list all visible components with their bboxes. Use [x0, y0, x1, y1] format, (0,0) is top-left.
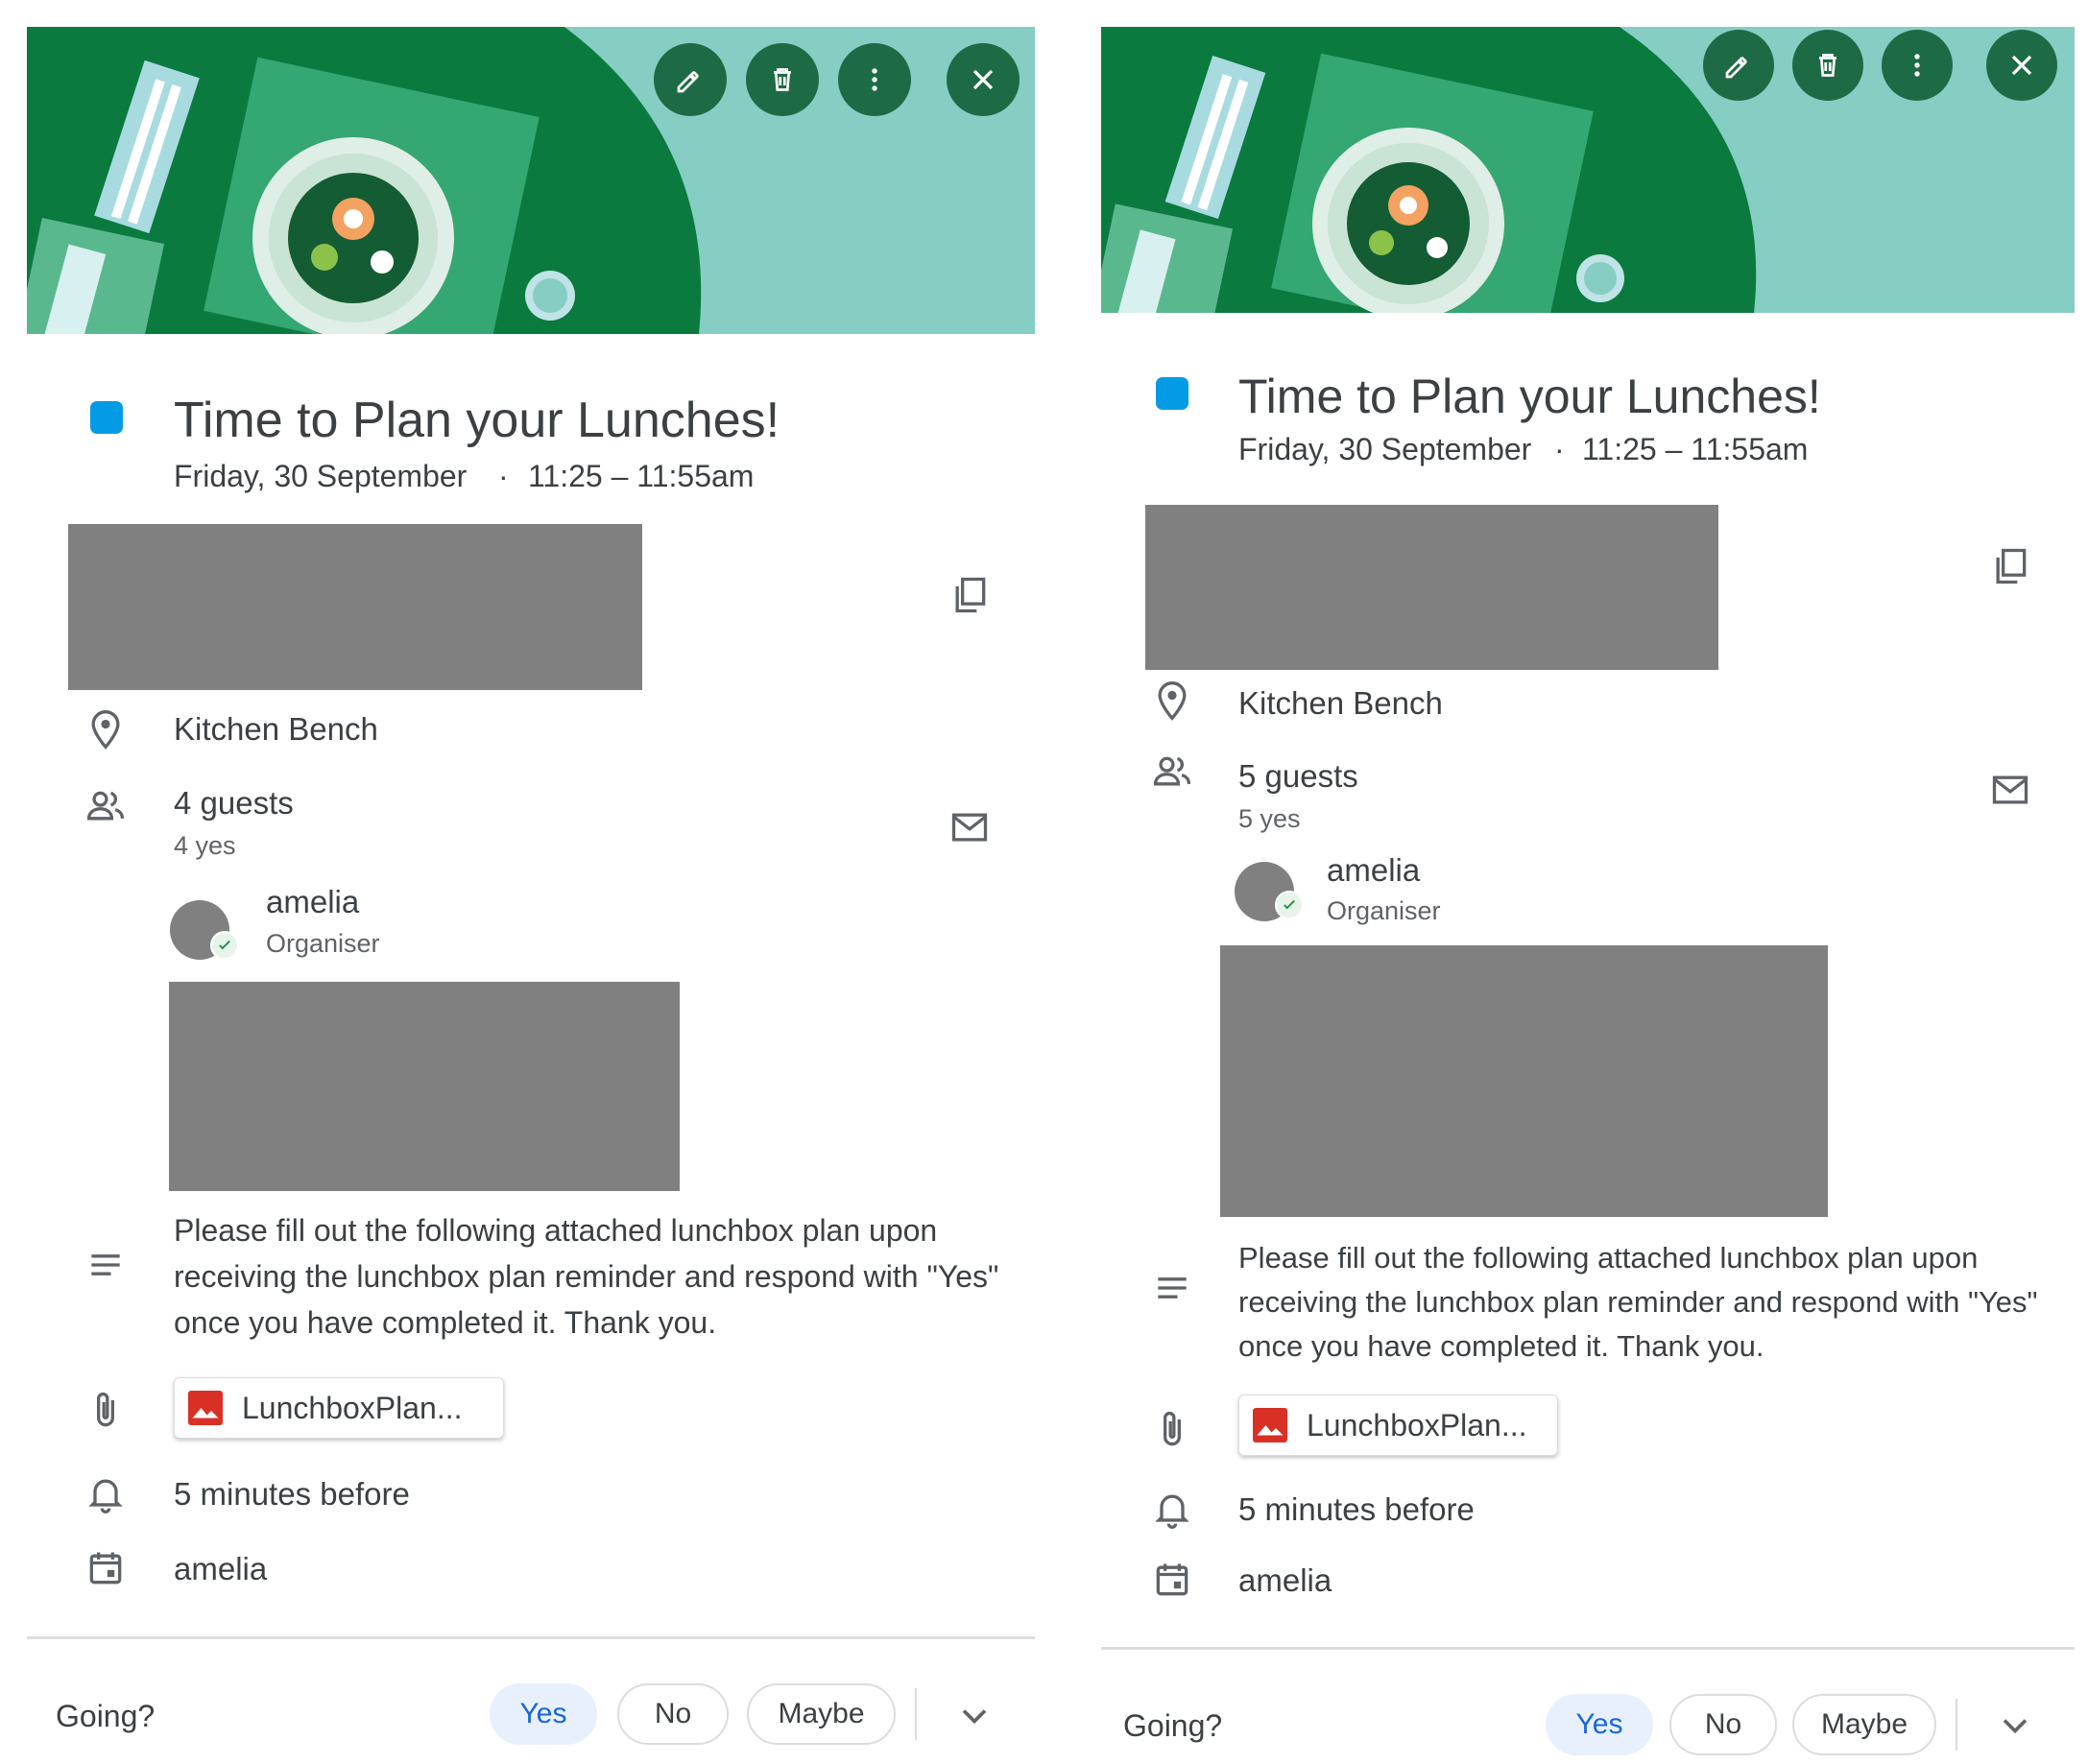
calendar-icon: [84, 1547, 127, 1589]
accepted-check-icon: [210, 931, 239, 960]
rsvp-separator: [915, 1688, 917, 1740]
event-date: Friday, 30 September: [1238, 432, 1532, 466]
close-icon: [972, 69, 994, 90]
close-button[interactable]: [947, 43, 1020, 116]
rsvp-separator: [1956, 1699, 1957, 1751]
pdf-file-icon: [188, 1391, 223, 1425]
organiser-name: amelia: [1327, 852, 1421, 888]
calendar-owner: amelia: [1238, 1562, 1332, 1598]
event-details-card-left: Time to Plan your Lunches! Friday, 30 Se…: [27, 27, 1035, 1754]
delete-event-button[interactable]: [746, 43, 819, 116]
reminder-bell-icon: [84, 1472, 127, 1514]
description-icon: [1151, 1267, 1193, 1309]
edit-icon: [1725, 57, 1747, 79]
event-time: 11:25 – 11:55am: [1582, 432, 1809, 466]
reminder-text: 5 minutes before: [174, 1476, 410, 1512]
chevron-down-icon[interactable]: [1994, 1704, 2036, 1747]
copy-icon[interactable]: [948, 574, 991, 616]
email-guests-icon[interactable]: [948, 806, 991, 848]
event-banner-image: [1101, 27, 2075, 313]
calendar-color-indicator: [90, 401, 123, 434]
delete-event-button[interactable]: [1792, 30, 1863, 101]
email-guests-icon[interactable]: [1989, 769, 2031, 811]
chevron-down-icon[interactable]: [953, 1695, 996, 1737]
calendar-color-indicator: [1156, 377, 1188, 410]
event-date: Friday, 30 September: [174, 459, 468, 493]
rsvp-yes-button[interactable]: Yes: [1546, 1694, 1653, 1755]
calendar-icon: [1151, 1559, 1193, 1601]
more-icon: [872, 68, 877, 91]
rsvp-label: Going?: [1123, 1708, 1223, 1743]
redacted-guest-list: [1220, 945, 1828, 1217]
event-description: Please fill out the following attached l…: [174, 1213, 999, 1340]
edit-event-button[interactable]: [1703, 30, 1774, 101]
event-time: 11:25 – 11:55am: [528, 459, 755, 493]
event-title: Time to Plan your Lunches!: [174, 393, 780, 448]
redacted-meeting-info: [1145, 505, 1718, 670]
close-icon: [2011, 55, 2032, 76]
event-details-card-right: Time to Plan your Lunches! Friday, 30 Se…: [1101, 27, 2075, 1755]
rsvp-maybe-button[interactable]: Maybe: [1792, 1694, 1936, 1755]
delete-icon: [774, 68, 791, 91]
attachment-icon: [1151, 1409, 1193, 1451]
attachment-chip[interactable]: LunchboxPlan...: [1238, 1395, 1558, 1456]
close-button[interactable]: [1986, 30, 2057, 101]
event-location: Kitchen Bench: [174, 711, 378, 747]
location-icon: [1151, 679, 1193, 722]
redacted-guest-list: [169, 982, 680, 1191]
description-icon: [84, 1244, 127, 1286]
edit-event-button[interactable]: [654, 43, 727, 116]
location-icon: [84, 708, 127, 751]
more-icon: [1914, 54, 1920, 77]
edit-icon: [677, 71, 699, 93]
pdf-file-icon: [1253, 1408, 1287, 1442]
guest-yes-count: 4 yes: [174, 831, 236, 860]
rsvp-divider: [27, 1636, 1035, 1639]
date-time-separator: ·: [1554, 432, 1565, 466]
guest-count: 5 guests: [1238, 758, 1358, 794]
date-time-separator: ·: [498, 459, 509, 493]
event-title: Time to Plan your Lunches!: [1238, 369, 1821, 423]
more-options-button[interactable]: [1882, 30, 1953, 101]
rsvp-divider: [1101, 1647, 2075, 1650]
redacted-meeting-info: [68, 524, 642, 690]
event-description: Please fill out the following attached l…: [1238, 1241, 2038, 1363]
rsvp-no-button[interactable]: No: [1669, 1694, 1777, 1755]
accepted-check-icon: [1275, 891, 1304, 919]
guests-icon: [84, 785, 127, 827]
event-banner-image: [27, 27, 1035, 334]
organiser-role: Organiser: [1327, 896, 1441, 925]
delete-icon: [1819, 54, 1836, 77]
attachment-chip[interactable]: LunchboxPlan...: [174, 1377, 504, 1439]
event-location: Kitchen Bench: [1238, 685, 1443, 721]
reminder-bell-icon: [1151, 1488, 1193, 1530]
attachment-icon: [84, 1390, 127, 1432]
organiser-role: Organiser: [266, 929, 380, 958]
copy-icon[interactable]: [1989, 545, 2031, 587]
guest-yes-count: 5 yes: [1238, 804, 1301, 833]
reminder-text: 5 minutes before: [1238, 1491, 1475, 1527]
rsvp-label: Going?: [56, 1699, 156, 1733]
attachment-name: LunchboxPlan...: [242, 1390, 463, 1425]
more-options-button[interactable]: [838, 43, 911, 116]
rsvp-maybe-button[interactable]: Maybe: [747, 1683, 896, 1745]
organiser-name: amelia: [266, 884, 360, 919]
rsvp-yes-button[interactable]: Yes: [490, 1683, 597, 1745]
rsvp-no-button[interactable]: No: [617, 1683, 729, 1745]
attachment-name: LunchboxPlan...: [1307, 1407, 1527, 1442]
guests-icon: [1151, 751, 1193, 793]
guest-count: 4 guests: [174, 785, 294, 821]
calendar-owner: amelia: [174, 1551, 268, 1586]
